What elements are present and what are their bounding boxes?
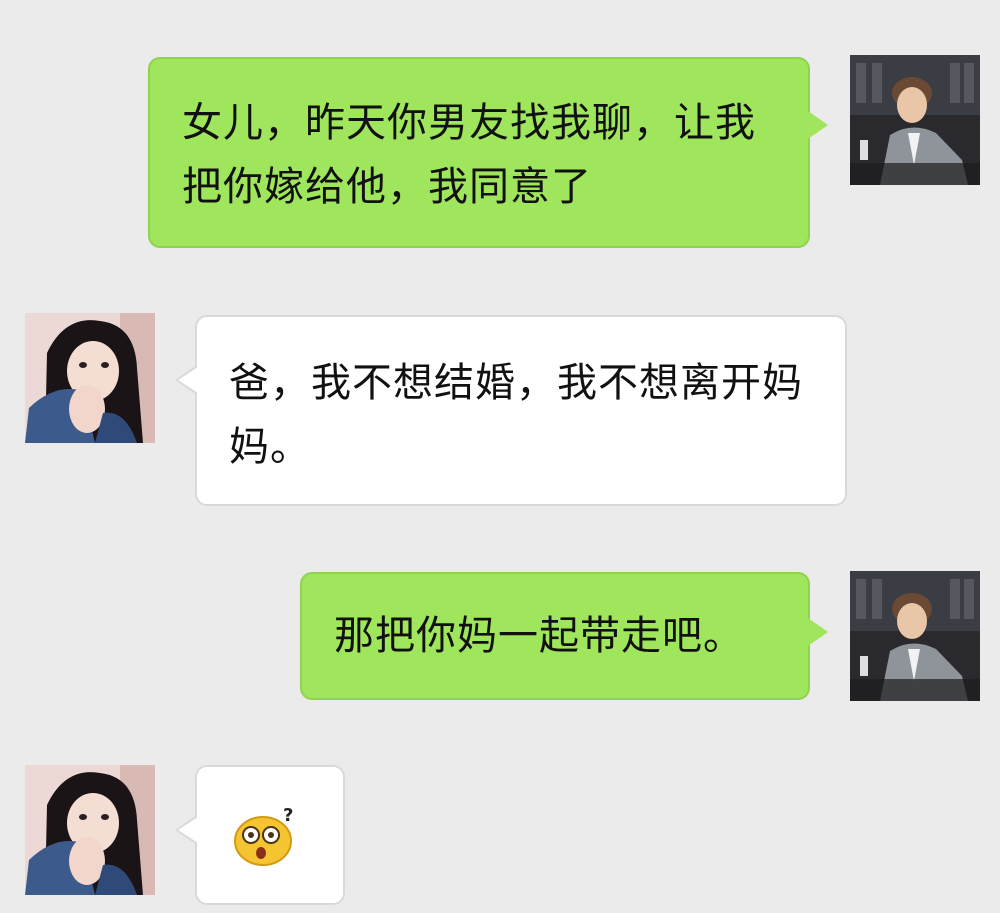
message-bubble-incoming[interactable]: 爸，我不想结婚，我不想离开妈妈。 xyxy=(175,315,847,506)
message-text: 爸，我不想结婚，我不想离开妈妈。 xyxy=(229,360,803,470)
message-text: 女儿，昨天你男友找我聊，让我把你嫁给他，我同意了 xyxy=(182,100,756,210)
daughter-avatar[interactable] xyxy=(25,765,155,895)
chat-area: 女儿，昨天你男友找我聊，让我把你嫁给他，我同意了 爸，我不想结婚，我不想离开妈妈… xyxy=(0,0,1000,913)
svg-text:?: ? xyxy=(283,805,294,826)
daughter-avatar[interactable] xyxy=(25,313,155,443)
father-avatar[interactable] xyxy=(850,55,980,185)
message-text: 那把你妈一起带走吧。 xyxy=(334,613,744,659)
message-bubble-incoming[interactable]: ? xyxy=(175,765,345,905)
message-bubble-outgoing[interactable]: 那把你妈一起带走吧。 xyxy=(300,572,828,700)
father-avatar[interactable] xyxy=(850,571,980,701)
shocked-question-face-icon: ? xyxy=(234,805,294,866)
message-bubble-outgoing[interactable]: 女儿，昨天你男友找我聊，让我把你嫁给他，我同意了 xyxy=(148,57,828,248)
